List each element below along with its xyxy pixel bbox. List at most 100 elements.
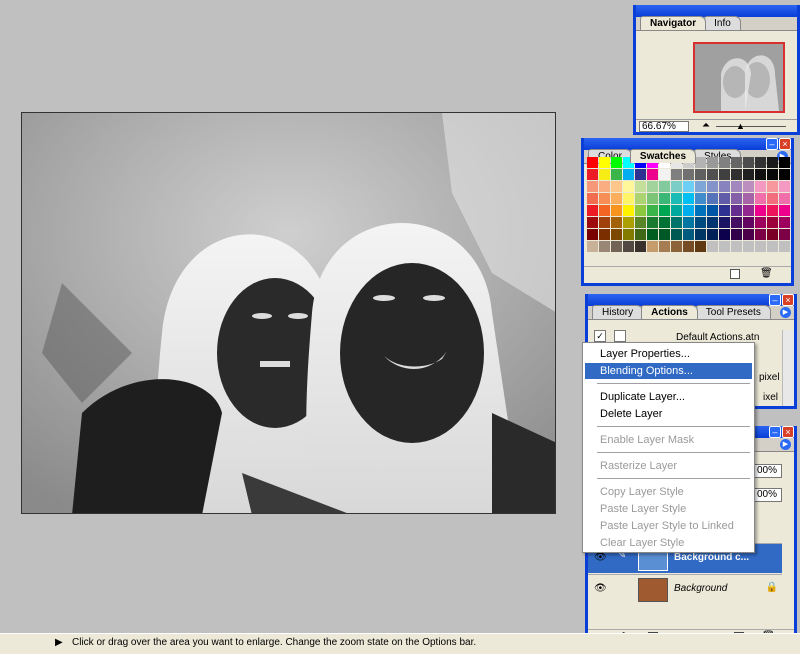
color-swatch[interactable] — [779, 181, 790, 192]
menu-item-paste-layer-style[interactable]: Paste Layer Style — [585, 501, 752, 517]
color-swatch[interactable] — [695, 205, 706, 216]
color-swatch[interactable] — [779, 241, 790, 252]
color-swatch[interactable] — [731, 217, 742, 228]
color-swatch[interactable] — [623, 205, 634, 216]
color-swatch[interactable] — [647, 181, 658, 192]
menu-item-copy-layer-style[interactable]: Copy Layer Style — [585, 484, 752, 500]
menu-item-clear-layer-style[interactable]: Clear Layer Style — [585, 535, 752, 551]
minimize-icon[interactable]: – — [766, 138, 778, 150]
color-swatch[interactable] — [695, 193, 706, 204]
menu-item-delete-layer[interactable]: Delete Layer — [585, 406, 752, 422]
color-swatch[interactable] — [611, 241, 622, 252]
color-swatch[interactable] — [683, 193, 694, 204]
color-swatch[interactable] — [635, 241, 646, 252]
menu-item-paste-layer-style-linked[interactable]: Paste Layer Style to Linked — [585, 518, 752, 534]
new-swatch-icon[interactable] — [730, 269, 740, 279]
color-swatch[interactable] — [719, 205, 730, 216]
color-swatch[interactable] — [587, 217, 598, 228]
color-swatch[interactable] — [635, 181, 646, 192]
color-swatch[interactable] — [659, 193, 670, 204]
color-swatch[interactable] — [695, 241, 706, 252]
color-swatch[interactable] — [599, 193, 610, 204]
color-swatch[interactable] — [647, 229, 658, 240]
color-swatch[interactable] — [647, 217, 658, 228]
status-arrow-icon[interactable]: ▶ — [55, 637, 63, 648]
color-swatch[interactable] — [719, 241, 730, 252]
color-swatch[interactable] — [755, 157, 766, 168]
color-swatch[interactable] — [779, 169, 790, 180]
color-swatch[interactable] — [743, 157, 754, 168]
color-swatch[interactable] — [659, 241, 670, 252]
color-swatch[interactable] — [683, 229, 694, 240]
color-swatch[interactable] — [623, 217, 634, 228]
color-swatch[interactable] — [695, 181, 706, 192]
color-swatch[interactable] — [635, 229, 646, 240]
color-swatch[interactable] — [635, 193, 646, 204]
color-swatch[interactable] — [599, 217, 610, 228]
color-swatch[interactable] — [683, 205, 694, 216]
color-swatch[interactable] — [659, 205, 670, 216]
color-swatch[interactable] — [719, 229, 730, 240]
color-swatch[interactable] — [671, 241, 682, 252]
color-swatch[interactable] — [611, 193, 622, 204]
color-swatch[interactable] — [731, 193, 742, 204]
color-swatch[interactable] — [743, 205, 754, 216]
color-swatch[interactable] — [635, 169, 646, 180]
color-swatch[interactable] — [671, 205, 682, 216]
color-swatch[interactable] — [731, 169, 742, 180]
color-swatch[interactable] — [623, 169, 634, 180]
minimize-icon[interactable]: – — [769, 294, 781, 306]
color-swatch[interactable] — [767, 229, 778, 240]
menu-item-enable-layer-mask[interactable]: Enable Layer Mask — [585, 432, 752, 448]
tab-tool-presets[interactable]: Tool Presets — [695, 305, 771, 319]
close-icon[interactable]: × — [779, 138, 791, 150]
color-swatch[interactable] — [767, 217, 778, 228]
checkbox-icon[interactable]: ✓ — [594, 330, 606, 342]
color-swatch[interactable] — [611, 169, 622, 180]
layer-name[interactable]: Background c... — [674, 552, 749, 563]
color-swatch[interactable] — [707, 169, 718, 180]
color-swatch[interactable] — [755, 181, 766, 192]
color-swatch[interactable] — [587, 229, 598, 240]
color-swatch[interactable] — [755, 229, 766, 240]
color-swatch[interactable] — [647, 193, 658, 204]
palette-menu-icon[interactable]: ▶ — [780, 439, 791, 450]
color-swatch[interactable] — [611, 229, 622, 240]
color-swatch[interactable] — [707, 193, 718, 204]
color-swatch[interactable] — [611, 217, 622, 228]
color-swatch[interactable] — [611, 157, 622, 168]
minimize-icon[interactable]: – — [769, 426, 781, 438]
color-swatch[interactable] — [755, 169, 766, 180]
color-swatch[interactable] — [719, 157, 730, 168]
color-swatch[interactable] — [659, 181, 670, 192]
color-swatch[interactable] — [755, 193, 766, 204]
color-swatch[interactable] — [731, 157, 742, 168]
color-swatch[interactable] — [599, 169, 610, 180]
color-swatch[interactable] — [707, 241, 718, 252]
color-swatch[interactable] — [635, 205, 646, 216]
color-swatch[interactable] — [671, 181, 682, 192]
color-swatch[interactable] — [587, 205, 598, 216]
color-swatch[interactable] — [623, 181, 634, 192]
color-swatch[interactable] — [743, 193, 754, 204]
color-swatch[interactable] — [731, 241, 742, 252]
color-swatch[interactable] — [731, 205, 742, 216]
color-swatch[interactable] — [755, 205, 766, 216]
color-swatch[interactable] — [683, 241, 694, 252]
color-swatch[interactable] — [719, 169, 730, 180]
color-swatch[interactable] — [587, 181, 598, 192]
color-swatch[interactable] — [695, 169, 706, 180]
color-swatch[interactable] — [623, 229, 634, 240]
eye-icon[interactable]: 👁 — [594, 583, 607, 594]
document-canvas[interactable] — [21, 112, 556, 514]
color-swatch[interactable] — [683, 181, 694, 192]
color-swatch[interactable] — [671, 169, 682, 180]
color-swatch[interactable] — [731, 181, 742, 192]
color-swatch[interactable] — [743, 181, 754, 192]
color-swatch[interactable] — [587, 241, 598, 252]
color-swatch[interactable] — [599, 181, 610, 192]
actions-scrollbar[interactable] — [782, 330, 794, 406]
color-swatch[interactable] — [599, 205, 610, 216]
color-swatch[interactable] — [719, 217, 730, 228]
color-swatch[interactable] — [707, 229, 718, 240]
